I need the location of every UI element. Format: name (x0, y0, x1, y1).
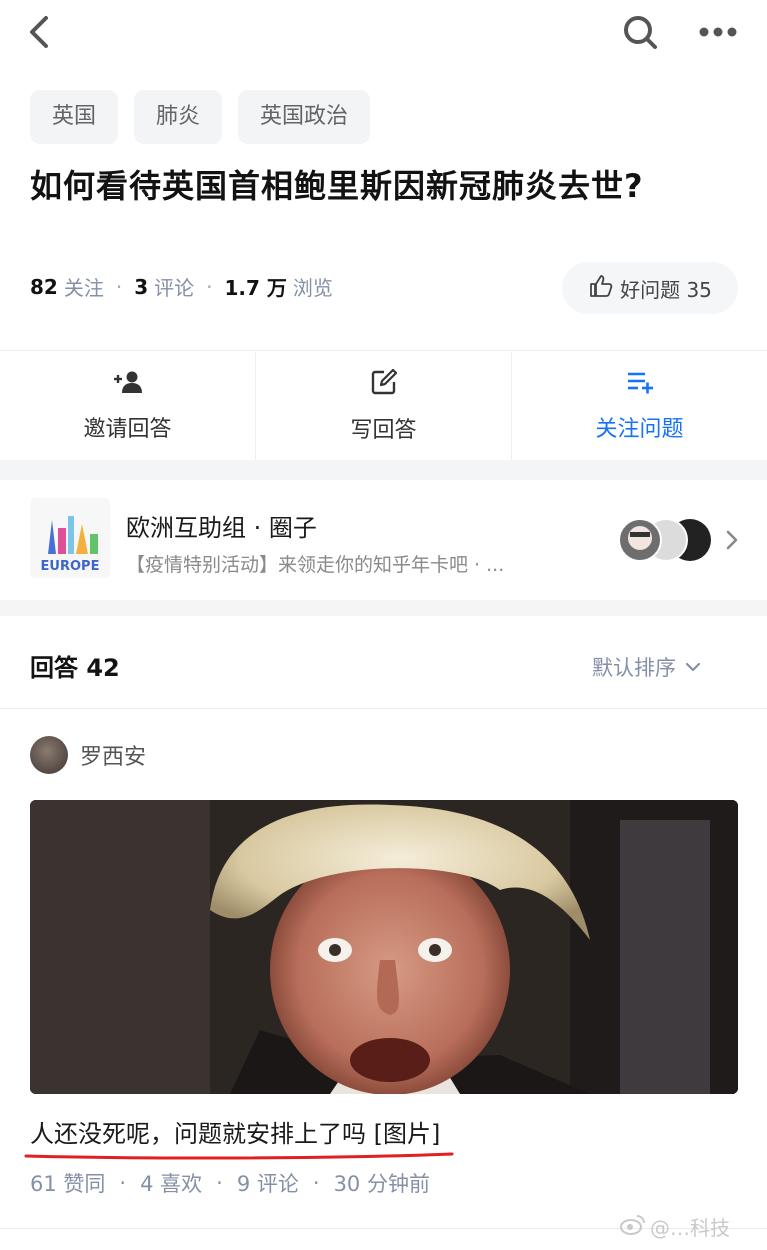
separator-dot: · (206, 274, 213, 299)
follow-question-label: 关注问题 (595, 417, 684, 442)
circle-title: 欧洲互助组 · 圈子 (126, 514, 317, 542)
top-bar (0, 0, 767, 68)
separator-dot: · (216, 1171, 223, 1195)
sort-label: 默认排序 (592, 656, 676, 680)
question-actions: 邀请回答 写回答 关注问题 (0, 352, 767, 460)
europe-circle-logo: EUROPE (30, 498, 110, 578)
topic-tags: 英国 肺炎 英国政治 (30, 90, 371, 144)
answer-stats: 61 赞同 · 4 喜欢 · 9 评论 · 30 分钟前 (30, 1168, 430, 1198)
add-user-icon (112, 369, 144, 401)
topic-tag[interactable]: 英国政治 (238, 90, 371, 144)
avatar[interactable] (30, 736, 68, 774)
divider (0, 350, 767, 351)
answer-excerpt[interactable]: 人还没死呢，问题就安排上了吗 [图片] (30, 1114, 440, 1149)
write-answer-button[interactable]: 写回答 (256, 352, 512, 460)
weibo-icon (620, 1213, 646, 1240)
watermark: @…科技 (620, 1212, 730, 1241)
comment-label[interactable]: 评论 (154, 272, 194, 301)
chevron-down-icon (684, 655, 702, 679)
member-avatars (618, 516, 718, 564)
question-title: 如何看待英国首相鲍里斯因新冠肺炎去世? (30, 167, 644, 205)
section-gap (0, 600, 767, 616)
good-question-button[interactable]: 好问题 35 (562, 262, 738, 314)
answer-count: 回答 42 (30, 654, 120, 682)
search-icon[interactable] (618, 10, 662, 54)
follow-question-button[interactable]: 关注问题 (512, 352, 767, 460)
answers-header: 回答 42 默认排序 (0, 616, 767, 708)
favorite-count: 4 喜欢 (140, 1172, 203, 1196)
view-count: 1.7 万 (224, 276, 287, 300)
view-label: 浏览 (292, 276, 333, 300)
watermark-text: @…科技 (650, 1216, 730, 1240)
question-meta: 82 关注 · 3 评论 · 1.7 万 浏览 (30, 272, 333, 301)
separator-dot: · (312, 1171, 320, 1195)
circle-card[interactable]: EUROPE 欧洲互助组 · 圈子 【疫情特别活动】来领走你的知乎年卡吧 · .… (0, 480, 767, 600)
good-question-label: 好问题 35 (620, 277, 712, 302)
section-gap (0, 460, 767, 480)
circle-subtitle: 【疫情特别活动】来领走你的知乎年卡吧 · ... (126, 554, 505, 576)
circle-logo-text: EUROPE (41, 559, 100, 574)
separator-dot: · (119, 1171, 127, 1195)
like-count: 61 赞同 (30, 1172, 106, 1196)
edit-icon (370, 368, 398, 402)
comment-count: 3 (134, 274, 149, 299)
comment-count[interactable]: 9 评论 (237, 1168, 299, 1198)
thumbs-up-icon (588, 273, 614, 304)
divider (0, 708, 767, 709)
chevron-right-icon[interactable] (722, 526, 742, 554)
invite-answer-button[interactable]: 邀请回答 (0, 352, 256, 460)
answer-author[interactable]: 罗西安 (30, 736, 146, 774)
topic-tag[interactable]: 英国 (30, 90, 119, 144)
invite-answer-label: 邀请回答 (83, 417, 172, 442)
separator-dot: · (115, 274, 123, 299)
back-icon[interactable] (22, 10, 62, 54)
write-answer-label: 写回答 (350, 418, 417, 443)
sort-dropdown[interactable]: 默认排序 (592, 652, 702, 682)
answer-image[interactable] (30, 800, 738, 1094)
author-name[interactable]: 罗西安 (80, 739, 146, 771)
follow-label: 关注 (63, 276, 104, 300)
follow-list-icon (625, 369, 655, 401)
red-underline-mark (24, 1146, 454, 1160)
follow-count: 82 (30, 274, 58, 299)
more-options-icon[interactable] (694, 14, 742, 50)
post-time: 30 分钟前 (333, 1172, 430, 1196)
topic-tag[interactable]: 肺炎 (134, 90, 223, 144)
